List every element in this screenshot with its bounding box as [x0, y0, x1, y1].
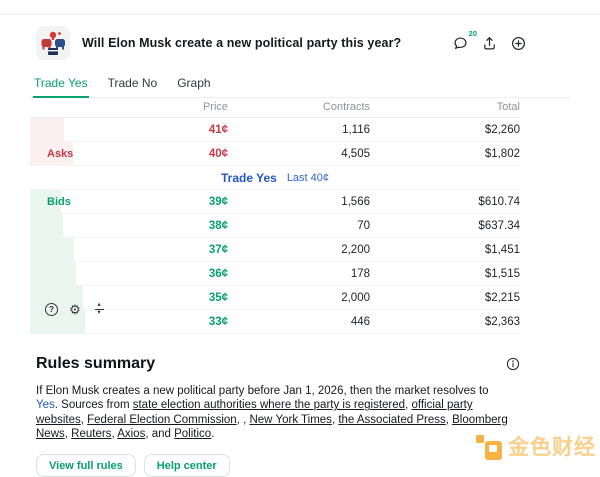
order-book-header: Price Contracts Total [30, 96, 520, 118]
rules-link[interactable]: Reuters [71, 428, 111, 440]
bid-depth-bar [30, 214, 63, 237]
bid-contracts: 446 [228, 316, 370, 328]
tab-graph[interactable]: Graph [176, 74, 211, 97]
ask-depth-bar [30, 118, 64, 141]
rules-link[interactable]: Federal Election Commission [87, 414, 237, 426]
order-book-tools: ? ⚙ ▴▾ [45, 302, 106, 316]
bid-row[interactable]: 38¢70$637.34 [30, 214, 520, 238]
asks-section: 41¢1,116$2,260Asks40¢4,505$1,802 [30, 118, 520, 166]
tab-bar: Trade Yes Trade No Graph [30, 74, 570, 98]
bids-section-label: Bids [30, 196, 180, 208]
ask-contracts: 4,505 [228, 148, 370, 160]
collapse-spread-icon[interactable]: ▴▾ [92, 302, 106, 316]
contracts-column-header: Contracts [228, 101, 370, 113]
rules-text-segment: , , [237, 414, 250, 426]
bid-price: 36¢ [180, 268, 228, 280]
bid-total: $1,451 [370, 244, 520, 256]
bid-price: 35¢ [180, 292, 228, 304]
rules-text-segment: . Sources from [55, 399, 133, 411]
last-price-label: Last 40¢ [287, 172, 329, 184]
bid-contracts: 178 [228, 268, 370, 280]
ask-price: 40¢ [180, 148, 228, 160]
help-center-button[interactable]: Help center [144, 454, 230, 477]
bid-total: $610.74 [370, 196, 520, 208]
bid-price: 39¢ [180, 196, 228, 208]
ask-total: $2,260 [370, 124, 520, 136]
bid-contracts: 2,000 [228, 292, 370, 304]
tab-trade-yes[interactable]: Trade Yes [33, 74, 89, 98]
order-book: Price Contracts Total 41¢1,116$2,260Asks… [30, 96, 520, 334]
bid-price: 33¢ [180, 316, 228, 328]
ask-row[interactable]: Asks40¢4,505$1,802 [30, 142, 520, 166]
comment-icon[interactable]: 20 [452, 35, 468, 51]
rules-link[interactable]: the Associated Press [338, 414, 445, 426]
header-actions: 20 [452, 35, 526, 51]
rules-link[interactable]: New York Times [249, 414, 331, 426]
view-full-rules-button[interactable]: View full rules [36, 454, 136, 477]
rules-head: Rules summary [36, 355, 570, 373]
price-column-header: Price [180, 101, 228, 113]
bid-contracts: 1,566 [228, 196, 370, 208]
bid-total: $637.34 [370, 220, 520, 232]
ask-price: 41¢ [180, 124, 228, 136]
ask-row[interactable]: 41¢1,116$2,260 [30, 118, 520, 142]
share-icon[interactable] [481, 35, 497, 51]
bid-row[interactable]: 36¢178$1,515 [30, 262, 520, 286]
market-header: Will Elon Musk create a new political pa… [36, 25, 570, 61]
spread-row: Trade Yes Last 40¢ [30, 166, 520, 190]
gear-icon[interactable]: ⚙ [68, 302, 82, 316]
market-title: Will Elon Musk create a new political pa… [82, 36, 401, 50]
bid-row[interactable]: Bids39¢1,566$610.74 [30, 190, 520, 214]
top-divider [0, 14, 600, 15]
bid-contracts: 2,200 [228, 244, 370, 256]
bid-total: $2,215 [370, 292, 520, 304]
watermark: 金色财经 [476, 431, 596, 461]
watermark-logo-icon [476, 433, 503, 460]
bid-row[interactable]: 37¢2,200$1,451 [30, 238, 520, 262]
tab-trade-no[interactable]: Trade No [107, 74, 159, 97]
rules-text-segment: If Elon Musk creates a new political par… [36, 385, 489, 397]
bid-price: 38¢ [180, 220, 228, 232]
rules-text-segment: , and [145, 428, 174, 440]
asks-section-label: Asks [30, 148, 180, 160]
help-icon[interactable]: ? [45, 303, 58, 316]
bid-total: $2,363 [370, 316, 520, 328]
bid-depth-bar [30, 238, 74, 261]
rules-summary-title: Rules summary [36, 355, 155, 373]
trade-yes-label[interactable]: Trade Yes [221, 171, 277, 185]
bid-contracts: 70 [228, 220, 370, 232]
bid-depth-bar [30, 262, 76, 285]
plus-circle-icon[interactable] [510, 35, 526, 51]
political-party-avatar-art [36, 26, 70, 60]
rules-link[interactable]: Axios [117, 428, 145, 440]
comment-count-badge: 20 [469, 29, 477, 38]
rules-text: If Elon Musk creates a new political par… [36, 384, 508, 441]
total-column-header: Total [370, 101, 520, 113]
ask-contracts: 1,116 [228, 124, 370, 136]
ask-total: $1,802 [370, 148, 520, 160]
rules-text-segment: . [211, 428, 214, 440]
bid-total: $1,515 [370, 268, 520, 280]
bid-price: 37¢ [180, 244, 228, 256]
watermark-text: 金色财经 [508, 431, 596, 461]
market-avatar [36, 26, 70, 60]
info-icon[interactable] [506, 357, 520, 371]
rules-resolve-value: Yes [36, 399, 55, 411]
rules-link[interactable]: state election authorities where the par… [133, 399, 405, 411]
rules-link[interactable]: Politico [174, 428, 211, 440]
